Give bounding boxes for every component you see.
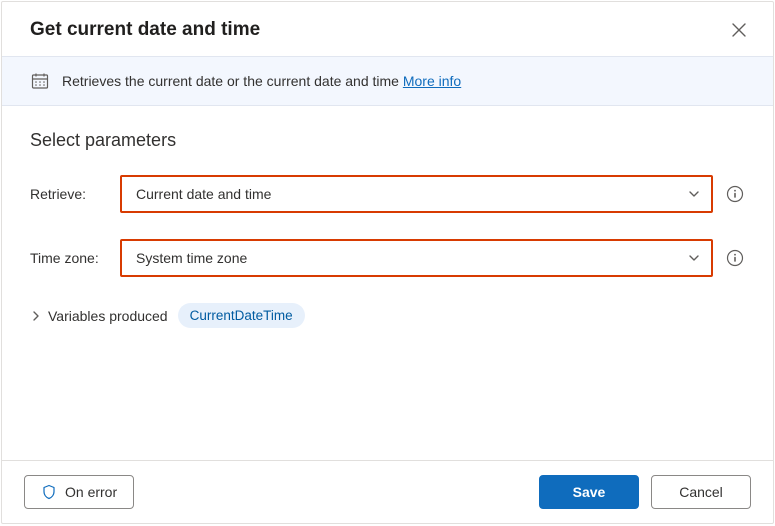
on-error-label: On error bbox=[65, 484, 117, 500]
timezone-info-button[interactable] bbox=[725, 248, 745, 268]
cancel-button[interactable]: Cancel bbox=[651, 475, 751, 509]
variable-chip[interactable]: CurrentDateTime bbox=[178, 303, 305, 328]
dialog-body: Select parameters Retrieve: Current date… bbox=[2, 106, 773, 460]
description-text-main: Retrieves the current date or the curren… bbox=[62, 73, 399, 89]
description-text: Retrieves the current date or the curren… bbox=[62, 73, 461, 89]
dialog: Get current date and time Retrieves the … bbox=[1, 1, 774, 524]
cancel-label: Cancel bbox=[679, 484, 723, 500]
timezone-label: Time zone: bbox=[30, 250, 120, 266]
variables-produced-toggle[interactable]: Variables produced bbox=[30, 308, 168, 324]
variables-produced-label: Variables produced bbox=[48, 308, 168, 324]
dialog-title: Get current date and time bbox=[30, 19, 260, 41]
save-button[interactable]: Save bbox=[539, 475, 639, 509]
calendar-icon bbox=[30, 71, 50, 91]
dialog-header: Get current date and time bbox=[2, 2, 773, 56]
on-error-button[interactable]: On error bbox=[24, 475, 134, 509]
info-icon bbox=[726, 249, 744, 267]
close-button[interactable] bbox=[727, 18, 751, 42]
timezone-value: System time zone bbox=[136, 250, 247, 266]
chevron-right-icon bbox=[30, 310, 42, 322]
param-row-retrieve: Retrieve: Current date and time bbox=[30, 175, 745, 213]
close-icon bbox=[732, 23, 746, 37]
shield-icon bbox=[41, 484, 57, 500]
retrieve-select-wrap: Current date and time bbox=[120, 175, 713, 213]
footer-right-buttons: Save Cancel bbox=[539, 475, 751, 509]
description-bar: Retrieves the current date or the curren… bbox=[2, 56, 773, 106]
retrieve-info-button[interactable] bbox=[725, 184, 745, 204]
chevron-down-icon bbox=[687, 187, 701, 201]
save-label: Save bbox=[573, 484, 606, 500]
retrieve-value: Current date and time bbox=[136, 186, 271, 202]
dialog-footer: On error Save Cancel bbox=[2, 460, 773, 523]
variables-produced-row: Variables produced CurrentDateTime bbox=[30, 303, 745, 328]
chevron-down-icon bbox=[687, 251, 701, 265]
more-info-link[interactable]: More info bbox=[403, 73, 461, 89]
retrieve-label: Retrieve: bbox=[30, 186, 120, 202]
section-title: Select parameters bbox=[30, 130, 745, 151]
param-row-timezone: Time zone: System time zone bbox=[30, 239, 745, 277]
info-icon bbox=[726, 185, 744, 203]
timezone-select[interactable]: System time zone bbox=[120, 239, 713, 277]
timezone-select-wrap: System time zone bbox=[120, 239, 713, 277]
retrieve-select[interactable]: Current date and time bbox=[120, 175, 713, 213]
